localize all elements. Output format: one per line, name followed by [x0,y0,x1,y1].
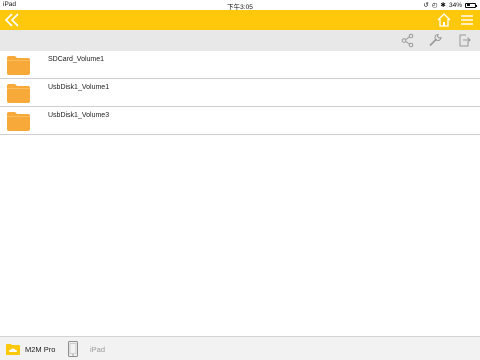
battery-percent: 34% [448,1,462,9]
tab-ipad[interactable]: iPad [68,337,105,360]
file-name: SDCard_Volume1 [48,56,105,63]
battery-icon [465,2,477,8]
orientation-lock-icon: ↺ [423,2,429,9]
wrench-icon[interactable] [428,33,443,48]
tab-label: M2M Pro [25,344,56,354]
status-bar: iPad 下午3:05 ↺ ◴ ✱ 34% [0,0,480,11]
ipad-icon [68,341,78,357]
home-icon[interactable] [436,12,452,28]
status-right: ↺ ◴ ✱ 34% [423,1,477,9]
battery-fill [466,4,470,6]
bluetooth-icon: ✱ [440,2,446,9]
list-item[interactable]: UsbDisk1_Volume1 [0,79,480,107]
file-name: UsbDisk1_Volume3 [48,112,110,119]
list-item[interactable]: UsbDisk1_Volume3 [0,107,480,135]
file-name: UsbDisk1_Volume1 [48,84,110,91]
share-icon[interactable] [400,33,415,48]
double-chevron-left-icon[interactable] [3,12,21,28]
alarm-icon: ◴ [431,2,438,9]
tab-m2m-pro[interactable]: M2M Pro [6,337,55,360]
list-item[interactable]: SDCard_Volume1 [0,51,480,79]
folder-icon [7,56,30,75]
tab-label: iPad [90,344,106,354]
export-icon[interactable] [457,33,472,48]
toolbar [0,30,480,51]
folder-icon [7,112,30,131]
bottom-tab-bar: M2M Pro iPad [0,336,480,360]
folder-icon [7,84,30,103]
navigation-bar [0,10,480,30]
file-list: SDCard_Volume1 UsbDisk1_Volume1 UsbDisk1… [0,51,480,135]
hamburger-menu-icon[interactable] [460,13,474,27]
cloud-folder-icon [6,344,20,355]
